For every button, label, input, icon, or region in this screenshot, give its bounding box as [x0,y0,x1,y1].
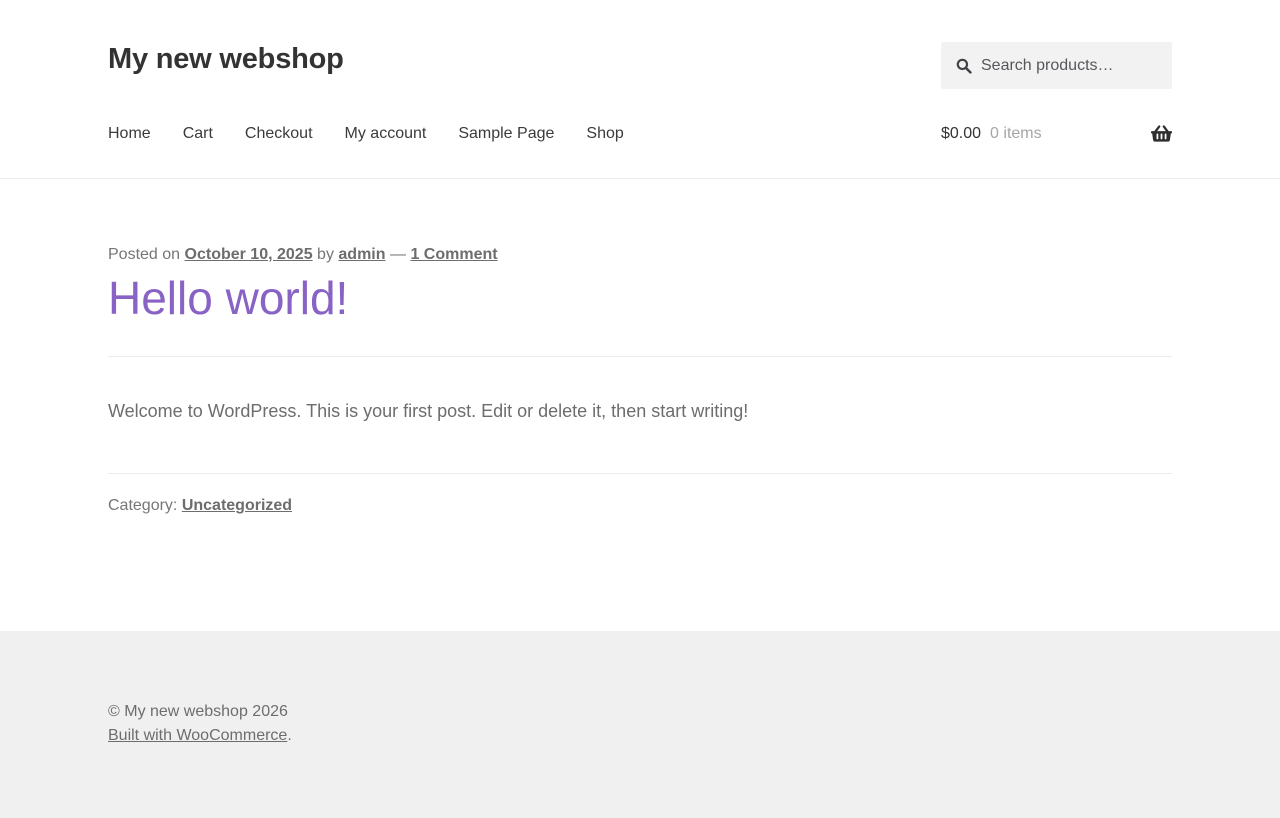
woocommerce-credit-link[interactable]: Built with WooCommerce [108,727,287,744]
posted-on-label: Posted on [108,246,181,263]
cart-total: $0.00 [941,124,982,142]
post-content: Welcome to WordPress. This is your first… [108,401,749,422]
site-footer: © My new webshop 2026 Built with WooComm… [0,631,1280,818]
by-label: by [317,246,334,263]
category-line: Category: Uncategorized [108,474,1172,515]
entry-meta: Posted on October 10, 2025 by admin — 1 … [108,246,1172,264]
search-input[interactable] [941,42,1172,89]
meta-separator: — [389,246,406,263]
nav-item-sample-page[interactable]: Sample Page [458,125,554,143]
main-content: Posted on October 10, 2025 by admin — 1 … [108,179,1172,631]
nav-item-shop[interactable]: Shop [586,125,623,143]
site-title[interactable]: My new webshop [108,42,344,76]
cart-count: 0 items [990,124,1042,142]
header-bottom: Home Cart Checkout My account Sample Pag… [108,89,1172,178]
basket-icon [1151,124,1172,143]
header-top: My new webshop [108,0,1172,89]
nav-item-cart[interactable]: Cart [183,125,213,143]
footer-credit: Built with WooCommerce. [108,724,1172,748]
nav-item-checkout[interactable]: Checkout [245,125,313,143]
nav-item-my-account[interactable]: My account [345,125,427,143]
search-icon [956,58,972,74]
credit-suffix: . [287,727,292,745]
post-comments-link[interactable]: 1 Comment [410,246,497,263]
footer-copyright: © My new webshop 2026 [108,703,288,721]
post-date-link[interactable]: October 10, 2025 [185,246,313,263]
category-label: Category: [108,497,178,515]
site-header: My new webshop Home Cart Checkout My acc… [0,0,1280,179]
post-article: Posted on October 10, 2025 by admin — 1 … [108,246,1172,515]
post-author-link[interactable]: admin [338,246,385,263]
primary-nav: Home Cart Checkout My account Sample Pag… [108,125,624,143]
nav-item-home[interactable]: Home [108,125,151,143]
search-form [941,42,1172,89]
post-title-link[interactable]: Hello world! [108,272,348,324]
post-title: Hello world! [108,271,1172,326]
cart-link[interactable]: $0.00 0 items [941,124,1172,143]
category-link[interactable]: Uncategorized [182,497,292,514]
